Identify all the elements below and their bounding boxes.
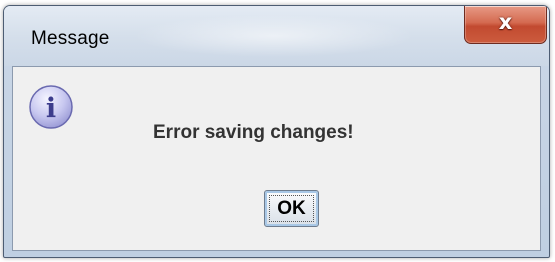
message-text: Error saving changes! <box>153 122 354 143</box>
info-icon: i <box>29 85 73 129</box>
close-icon: x <box>498 10 513 34</box>
close-button[interactable]: x <box>464 6 547 44</box>
dialog-content: i Error saving changes! OK <box>12 66 541 251</box>
title-bar[interactable]: Message x <box>4 6 549 66</box>
ok-button[interactable]: OK <box>264 190 319 227</box>
info-glyph: i <box>46 93 56 124</box>
dialog-title: Message <box>31 28 110 49</box>
message-dialog: Message x i Error saving changes! OK <box>3 5 550 258</box>
ok-button-label: OK <box>277 198 306 219</box>
